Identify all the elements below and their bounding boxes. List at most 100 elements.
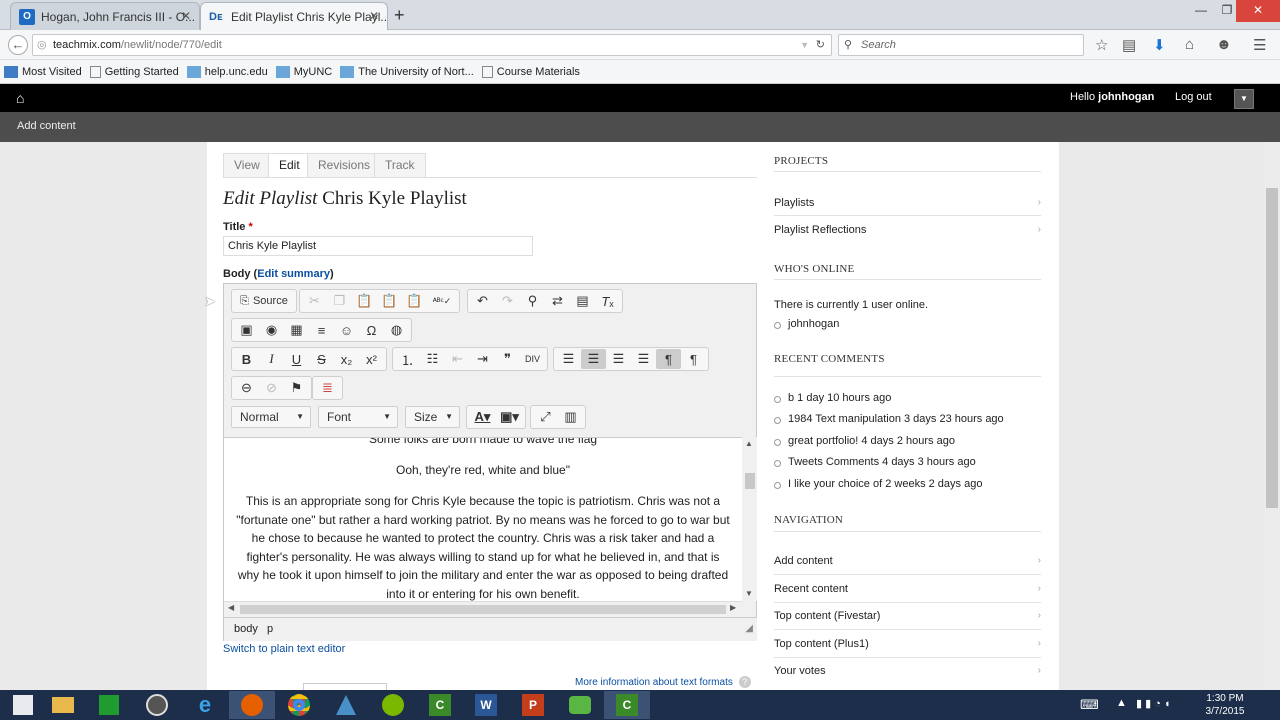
ltr-icon[interactable]: ¶ <box>656 349 681 369</box>
align-center-icon[interactable]: ☰ <box>581 349 606 369</box>
nav-top-fivestar[interactable]: Top content (Fivestar) › <box>774 610 1041 622</box>
tab-revisions[interactable]: Revisions <box>307 153 382 178</box>
font-select[interactable]: Font ▼ <box>318 406 398 428</box>
tab-view[interactable]: View <box>223 153 271 178</box>
edit-summary-link[interactable]: Edit summary <box>257 268 330 280</box>
bulleted-list-icon[interactable]: ☷ <box>420 349 445 369</box>
tray-up-icon[interactable]: ▲ <box>1116 697 1127 709</box>
comment-item[interactable]: great portfolio! 4 days 2 hours ago <box>774 435 955 447</box>
back-icon[interactable]: ← <box>8 35 28 55</box>
browser-tab-outlook[interactable]: O Hogan, John Francis III - O... ✕ <box>10 2 200 30</box>
scroll-left-icon[interactable]: ◀ <box>228 603 234 612</box>
rtl-icon[interactable]: ¶ <box>681 349 706 369</box>
source-button[interactable]: ⎘ Source <box>234 291 294 311</box>
bookmark-myunc[interactable]: MyUNC <box>275 65 332 78</box>
dropdown-icon[interactable]: ▼ <box>800 35 809 55</box>
title-field[interactable]: Chris Kyle Playlist <box>223 236 533 256</box>
shortcuts-toggle-icon[interactable]: ▼ <box>1234 89 1254 109</box>
bookmark-most-visited[interactable]: Most Visited <box>4 65 82 78</box>
taskbar-powerpoint[interactable]: P <box>510 691 556 719</box>
reload-icon[interactable]: ↻ <box>816 35 825 55</box>
align-left-icon[interactable]: ☰ <box>556 349 581 369</box>
path-body[interactable]: body <box>234 623 258 635</box>
home-icon[interactable]: ⌂ <box>1185 36 1194 53</box>
tab-edit[interactable]: Edit <box>268 153 311 178</box>
more-info-link[interactable]: More information about text formats ? <box>575 676 751 688</box>
comment-item[interactable]: I like your choice of 2 weeks 2 days ago <box>774 478 982 490</box>
page-break-icon[interactable]: ≣ <box>315 378 340 398</box>
find-icon[interactable]: ⚲ <box>520 291 545 311</box>
redo-icon[interactable]: ↷ <box>495 291 520 311</box>
page-scrollbar[interactable] <box>1264 142 1280 690</box>
scroll-thumb[interactable] <box>240 605 726 614</box>
undo-icon[interactable]: ↶ <box>470 291 495 311</box>
text-color-icon[interactable]: A▾ <box>469 407 496 427</box>
anchor-icon[interactable]: ⚑ <box>284 378 309 398</box>
bookmark-getting-started[interactable]: Getting Started <box>89 65 179 78</box>
align-right-icon[interactable]: ☰ <box>606 349 631 369</box>
paste-icon[interactable]: 📋 <box>352 291 377 311</box>
comment-item[interactable]: b 1 day 10 hours ago <box>774 392 891 404</box>
comment-item[interactable]: Tweets Comments 4 days 3 hours ago <box>774 456 976 468</box>
flash-icon[interactable]: ◉ <box>259 320 284 340</box>
clock[interactable]: 1:30 PM 3/7/2015 <box>1200 692 1250 718</box>
download-icon[interactable]: ⬇ <box>1153 36 1166 54</box>
format-select[interactable]: Normal ▼ <box>231 406 311 428</box>
italic-icon[interactable]: I <box>259 349 284 369</box>
nav-recent-content[interactable]: Recent content › <box>774 583 1041 595</box>
taskbar-word[interactable]: W <box>463 691 509 719</box>
outdent-icon[interactable]: ⇤ <box>445 349 470 369</box>
remove-format-icon[interactable]: Tₓ <box>595 291 620 311</box>
close-icon[interactable]: ✕ <box>369 9 379 23</box>
tray-icons[interactable]: ▮ ▮ ◔ ◖ <box>1136 697 1171 710</box>
image-icon[interactable]: ▣ <box>234 320 259 340</box>
horizontal-rule-icon[interactable]: ≡ <box>309 320 334 340</box>
reading-list-icon[interactable]: ▤ <box>1122 36 1136 54</box>
scroll-down-icon[interactable]: ▼ <box>745 589 753 598</box>
new-tab-icon[interactable]: + <box>394 5 405 26</box>
add-content-shortcut[interactable]: Add content <box>17 120 76 132</box>
chat-icon[interactable]: ☻ <box>1216 36 1232 53</box>
bookmark-university[interactable]: The University of Nort... <box>340 65 474 78</box>
window-close-icon[interactable]: ✕ <box>1236 0 1280 22</box>
taskbar-camtasia-recorder[interactable]: C <box>604 691 650 719</box>
bookmark-course-materials[interactable]: Course Materials <box>481 65 580 78</box>
switch-plain-editor-link[interactable]: Switch to plain text editor <box>223 643 345 655</box>
taskbar-store[interactable] <box>86 691 132 719</box>
keyboard-icon[interactable]: ⌨ <box>1080 697 1099 713</box>
blockquote-icon[interactable]: ❞ <box>495 349 520 369</box>
maximize-icon[interactable]: ⤢ <box>533 407 558 427</box>
link-icon[interactable]: ⊖ <box>234 378 259 398</box>
logout-link[interactable]: Log out <box>1175 91 1212 103</box>
home-icon[interactable]: ⌂ <box>16 90 24 106</box>
path-p[interactable]: p <box>267 623 273 635</box>
special-char-icon[interactable]: Ω <box>359 320 384 340</box>
taskbar-ie[interactable]: e <box>182 691 228 719</box>
editor-content-area[interactable]: Some folks are born made to wave the fla… <box>224 437 742 601</box>
unlink-icon[interactable]: ⊘ <box>259 378 284 398</box>
close-icon[interactable]: ✕ <box>181 9 191 23</box>
taskbar-camtasia[interactable]: C <box>417 691 463 719</box>
scroll-right-icon[interactable]: ▶ <box>730 603 736 612</box>
nav-add-content[interactable]: Add content › <box>774 555 1041 567</box>
size-select[interactable]: Size ▼ <box>405 406 460 428</box>
editor-horizontal-scrollbar[interactable]: ◀ ▶ <box>224 601 742 617</box>
nav-top-plus1[interactable]: Top content (Plus1) › <box>774 638 1041 650</box>
div-icon[interactable]: DIV <box>520 349 545 369</box>
subscript-icon[interactable]: x₂ <box>334 349 359 369</box>
paste-text-icon[interactable]: 📋 <box>377 291 402 311</box>
browser-tab-edit-playlist[interactable]: Dᴇ Edit Playlist Chris Kyle Playl... ✕ <box>200 2 388 31</box>
taskbar-app2[interactable] <box>323 691 369 719</box>
scroll-thumb[interactable] <box>745 473 755 489</box>
tab-track[interactable]: Track <box>374 153 426 178</box>
taskbar-app3[interactable] <box>557 691 603 719</box>
copy-icon[interactable]: ❐ <box>327 291 352 311</box>
taskbar-spotify[interactable] <box>370 691 416 719</box>
username-link[interactable]: johnhogan <box>1098 91 1154 103</box>
iframe-icon[interactable]: ◍ <box>384 320 409 340</box>
show-blocks-icon[interactable]: ▥ <box>558 407 583 427</box>
bg-color-icon[interactable]: ▣▾ <box>496 407 523 427</box>
url-bar[interactable]: ◎ teachmix.com/newlit/node/770/edit ▼ ↻ <box>32 34 832 56</box>
indent-icon[interactable]: ⇥ <box>470 349 495 369</box>
numbered-list-icon[interactable]: ⒈ <box>395 349 420 369</box>
